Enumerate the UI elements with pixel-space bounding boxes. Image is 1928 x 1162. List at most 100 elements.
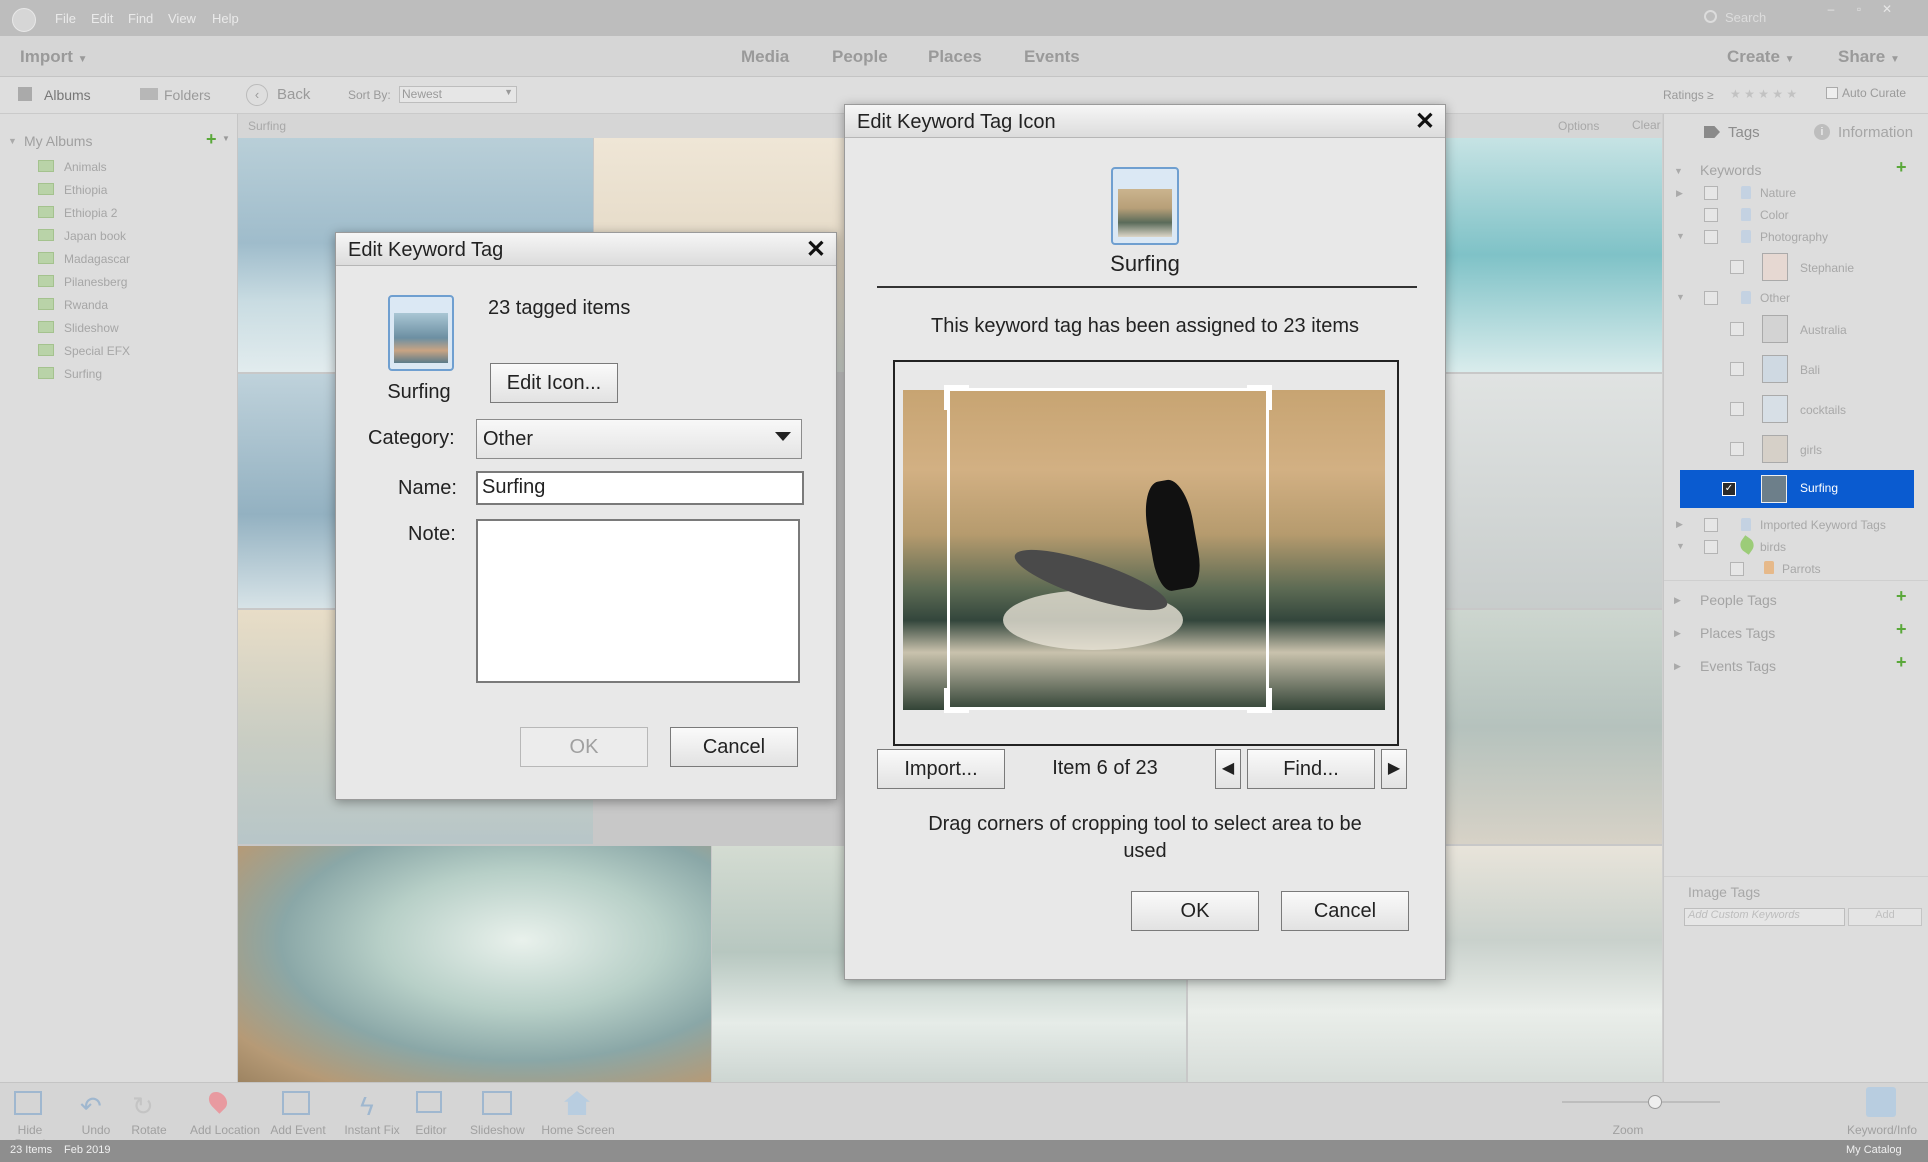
keyword-item-other[interactable]: Other bbox=[1760, 289, 1790, 307]
options-menu[interactable]: Options bbox=[1558, 119, 1599, 133]
album-item[interactable]: Surfing bbox=[38, 365, 102, 383]
crop-handle-top-right[interactable] bbox=[1247, 385, 1272, 410]
keyword-item-parrots[interactable]: Parrots bbox=[1782, 560, 1821, 578]
keyword-checkbox[interactable] bbox=[1730, 322, 1744, 336]
places-tags-heading[interactable]: Places Tags bbox=[1700, 625, 1775, 641]
crop-handle-top-left[interactable] bbox=[944, 385, 969, 410]
expand-arrow-icon[interactable]: ▶ bbox=[1676, 519, 1683, 530]
album-item[interactable]: Rwanda bbox=[38, 296, 108, 314]
clear-button[interactable]: Clear bbox=[1632, 118, 1661, 132]
keyword-checkbox-checked[interactable]: ✓ bbox=[1722, 482, 1736, 496]
slideshow-button[interactable]: Slideshow bbox=[470, 1123, 525, 1137]
crop-handle-bottom-right[interactable] bbox=[1247, 688, 1272, 713]
keyword-item-bali[interactable]: Bali bbox=[1800, 361, 1820, 379]
album-item[interactable]: Special EFX bbox=[38, 342, 130, 360]
search-input[interactable]: Search bbox=[1704, 6, 1814, 30]
note-textarea[interactable] bbox=[476, 519, 800, 683]
home-screen-button[interactable]: Home Screen bbox=[540, 1123, 616, 1137]
add-keyword-icon[interactable]: + bbox=[1896, 157, 1907, 178]
keyword-checkbox[interactable] bbox=[1730, 402, 1744, 416]
close-icon[interactable]: ✕ bbox=[1415, 107, 1435, 136]
nav-people[interactable]: People bbox=[832, 47, 888, 67]
photo-thumbnail[interactable] bbox=[1446, 138, 1662, 372]
keyword-checkbox[interactable] bbox=[1704, 291, 1718, 305]
collapse-arrow-icon[interactable]: ▼ bbox=[1676, 231, 1685, 241]
keyword-item-stephanie[interactable]: Stephanie bbox=[1800, 259, 1854, 277]
chevron-down-icon[interactable]: ▼ bbox=[222, 134, 230, 143]
back-arrow-icon[interactable]: ‹ bbox=[246, 84, 268, 106]
expand-arrow-icon[interactable]: ▶ bbox=[1676, 188, 1683, 199]
create-menu[interactable]: Create ▼ bbox=[1727, 47, 1795, 67]
auto-curate-checkbox[interactable] bbox=[1826, 87, 1838, 99]
album-item[interactable]: Pilanesberg bbox=[38, 273, 127, 291]
photo-thumbnail[interactable] bbox=[1446, 610, 1662, 844]
collapse-arrow-icon[interactable]: ▼ bbox=[1676, 541, 1685, 551]
ok-button[interactable]: OK bbox=[1131, 891, 1259, 931]
crop-tool[interactable] bbox=[944, 385, 1272, 713]
tab-information[interactable]: Information bbox=[1838, 124, 1913, 141]
zoom-slider-track[interactable] bbox=[1562, 1101, 1720, 1103]
tab-albums[interactable]: Albums bbox=[44, 87, 91, 103]
photo-thumbnail[interactable] bbox=[1446, 374, 1662, 608]
cancel-button[interactable]: Cancel bbox=[670, 727, 798, 767]
keyword-item-australia[interactable]: Australia bbox=[1800, 321, 1847, 339]
import-menu[interactable]: Import ▼ bbox=[20, 47, 88, 67]
keyword-item-cocktails[interactable]: cocktails bbox=[1800, 401, 1846, 419]
tab-tags[interactable]: Tags bbox=[1728, 124, 1760, 141]
add-keyword-button[interactable]: Add bbox=[1848, 908, 1922, 926]
add-event-tag-icon[interactable]: + bbox=[1896, 652, 1907, 673]
expand-arrow-icon[interactable]: ▶ bbox=[1674, 595, 1681, 606]
category-select[interactable]: Other bbox=[476, 419, 802, 459]
keyword-checkbox[interactable] bbox=[1704, 518, 1718, 532]
keyword-info-button[interactable]: Keyword/Info bbox=[1842, 1123, 1922, 1137]
cancel-button[interactable]: Cancel bbox=[1281, 891, 1409, 931]
keyword-item-birds[interactable]: birds bbox=[1760, 538, 1786, 556]
keyword-item-selected[interactable]: ✓ Surfing bbox=[1680, 470, 1914, 508]
ok-button[interactable]: OK bbox=[520, 727, 648, 767]
add-place-tag-icon[interactable]: + bbox=[1896, 619, 1907, 640]
edit-icon-button[interactable]: Edit Icon... bbox=[490, 363, 618, 403]
maximize-button[interactable]: ▫ bbox=[1848, 2, 1870, 16]
tab-folders[interactable]: Folders bbox=[164, 87, 211, 103]
menu-edit[interactable]: Edit bbox=[91, 11, 113, 26]
import-button[interactable]: Import... bbox=[877, 749, 1005, 789]
add-event-button[interactable]: Add Event bbox=[268, 1123, 328, 1137]
instant-fix-button[interactable]: Instant Fix bbox=[344, 1123, 400, 1137]
album-item[interactable]: Ethiopia bbox=[38, 181, 107, 199]
minimize-button[interactable]: – bbox=[1820, 2, 1842, 16]
keyword-checkbox[interactable] bbox=[1730, 562, 1744, 576]
keyword-item-color[interactable]: Color bbox=[1760, 206, 1789, 224]
nav-media[interactable]: Media bbox=[741, 47, 789, 67]
keyword-checkbox[interactable] bbox=[1704, 540, 1718, 554]
keyword-checkbox[interactable] bbox=[1704, 230, 1718, 244]
close-window-button[interactable]: ✕ bbox=[1876, 2, 1898, 16]
expand-arrow-icon[interactable]: ▶ bbox=[1674, 661, 1681, 672]
keyword-item-photography[interactable]: Photography bbox=[1760, 228, 1828, 246]
keyword-checkbox[interactable] bbox=[1704, 208, 1718, 222]
album-item[interactable]: Slideshow bbox=[38, 319, 119, 337]
expand-arrow-icon[interactable]: ▶ bbox=[1674, 628, 1681, 639]
events-tags-heading[interactable]: Events Tags bbox=[1700, 658, 1776, 674]
next-item-button[interactable]: ▶ bbox=[1381, 749, 1407, 789]
menu-view[interactable]: View bbox=[168, 11, 196, 26]
close-icon[interactable]: ✕ bbox=[806, 235, 826, 264]
keyword-item-girls[interactable]: girls bbox=[1800, 441, 1822, 459]
album-item[interactable]: Animals bbox=[38, 158, 107, 176]
album-item[interactable]: Ethiopia 2 bbox=[38, 204, 117, 222]
add-location-button[interactable]: Add Location bbox=[188, 1123, 262, 1137]
zoom-slider-handle[interactable] bbox=[1648, 1095, 1662, 1109]
collapse-arrow-icon[interactable]: ▼ bbox=[1674, 166, 1683, 176]
keyword-checkbox[interactable] bbox=[1730, 442, 1744, 456]
back-button[interactable]: Back bbox=[277, 86, 310, 103]
keyword-checkbox[interactable] bbox=[1730, 362, 1744, 376]
keyword-checkbox[interactable] bbox=[1730, 260, 1744, 274]
undo-button[interactable]: Undo bbox=[78, 1123, 114, 1137]
menu-find[interactable]: Find bbox=[128, 11, 153, 26]
collapse-arrow-icon[interactable]: ▼ bbox=[8, 136, 17, 146]
album-item[interactable]: Madagascar bbox=[38, 250, 130, 268]
keyword-checkbox[interactable] bbox=[1704, 186, 1718, 200]
album-item[interactable]: Japan book bbox=[38, 227, 126, 245]
add-album-icon[interactable]: + bbox=[206, 129, 217, 150]
rating-stars[interactable]: ★ ★ ★ ★ ★ bbox=[1730, 87, 1797, 101]
photo-thumbnail[interactable] bbox=[238, 846, 711, 1082]
